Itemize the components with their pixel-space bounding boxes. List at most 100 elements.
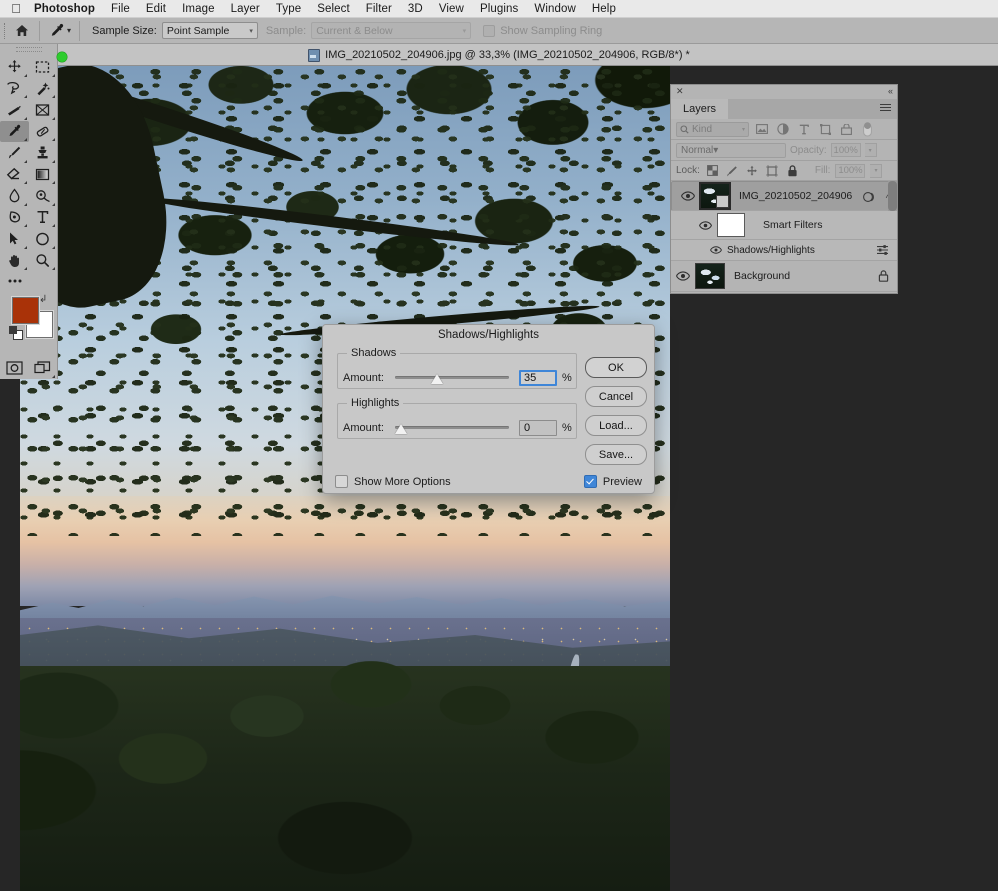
quick-mask-icon[interactable] xyxy=(0,357,29,379)
filter-pixel-layer-icon[interactable] xyxy=(754,122,770,137)
close-icon[interactable]: ✕ xyxy=(676,86,684,97)
highlights-amount-input[interactable]: 0 xyxy=(519,420,557,436)
menu-item-3d[interactable]: 3D xyxy=(400,3,431,15)
shadows-amount-slider[interactable] xyxy=(395,371,509,385)
lock-artboard-icon[interactable] xyxy=(765,164,780,178)
menu-item-image[interactable]: Image xyxy=(174,3,222,15)
layers-scrollbar[interactable] xyxy=(888,181,897,211)
fill-chevron-down-icon[interactable]: ▾ xyxy=(870,163,883,178)
lock-image-icon[interactable] xyxy=(725,164,740,178)
highlights-amount-slider[interactable] xyxy=(395,421,509,435)
layer-row-shadows-highlights-filter[interactable]: Shadows/Highlights xyxy=(671,240,897,261)
chevron-down-icon[interactable]: ▾ xyxy=(67,26,71,35)
layer-thumbnail[interactable] xyxy=(695,263,725,289)
eye-icon[interactable] xyxy=(671,271,695,281)
scrollbar-thumb[interactable] xyxy=(888,181,897,211)
pen-tool[interactable] xyxy=(0,207,29,229)
foreground-color-swatch[interactable] xyxy=(12,297,39,324)
preview-label: Preview xyxy=(602,475,642,488)
filter-shape-layer-icon[interactable] xyxy=(817,122,833,137)
menu-item-window[interactable]: Window xyxy=(526,3,584,15)
slider-thumb[interactable] xyxy=(395,424,407,434)
layer-thumbnail[interactable] xyxy=(699,182,731,210)
menu-item-select[interactable]: Select xyxy=(309,3,358,15)
healing-brush-tool[interactable] xyxy=(29,121,58,143)
screen-mode-icon[interactable] xyxy=(29,357,58,379)
hand-tool[interactable] xyxy=(0,250,29,272)
ellipse-tool[interactable] xyxy=(29,228,58,250)
opacity-chevron-down-icon[interactable]: ▾ xyxy=(864,143,877,157)
ok-button[interactable]: OK xyxy=(585,357,647,378)
move-tool[interactable] xyxy=(0,56,29,78)
ellipsis-icon[interactable] xyxy=(0,273,29,289)
preview-checkbox[interactable]: Preview xyxy=(583,475,642,488)
lasso-tool[interactable] xyxy=(0,78,29,100)
layer-row-smart-object[interactable]: IMG_20210502_204906 ^ xyxy=(671,181,897,211)
filter-kind-select[interactable]: Kind ▾ xyxy=(676,121,749,137)
blend-mode-select[interactable]: Normal ▾ xyxy=(676,142,786,158)
collapse-right-icon[interactable]: « xyxy=(888,86,893,96)
layer-row-background[interactable]: Background xyxy=(671,261,897,292)
tools-panel-grip[interactable] xyxy=(0,44,57,54)
brush-tool[interactable] xyxy=(0,142,29,164)
opacity-value[interactable]: 100% xyxy=(830,143,861,157)
layer-row-smart-filters[interactable]: Smart Filters xyxy=(671,211,897,240)
lock-all-icon[interactable] xyxy=(785,164,800,178)
smart-filter-indicator-icon[interactable] xyxy=(863,191,876,203)
current-tool-chip[interactable]: ▾ xyxy=(44,20,75,42)
path-selection-tool[interactable] xyxy=(0,228,29,250)
home-icon[interactable] xyxy=(9,18,35,44)
menu-item-help[interactable]: Help xyxy=(584,3,624,15)
show-more-options-checkbox[interactable]: Show More Options xyxy=(335,475,451,488)
lock-position-icon[interactable] xyxy=(745,164,760,178)
slider-thumb[interactable] xyxy=(430,374,443,384)
shadows-amount-input[interactable]: 35 xyxy=(519,370,557,386)
eraser-tool[interactable] xyxy=(0,164,29,186)
sample-label: Sample: xyxy=(265,24,307,37)
options-bar-grip[interactable] xyxy=(0,18,9,44)
filter-settings-icon[interactable] xyxy=(876,244,889,256)
show-sampling-ring-checkbox[interactable]: Show Sampling Ring xyxy=(483,24,602,37)
type-tool[interactable] xyxy=(29,207,58,229)
eye-icon[interactable] xyxy=(707,246,725,254)
menu-item-filter[interactable]: Filter xyxy=(358,3,400,15)
lock-transparency-icon[interactable] xyxy=(705,164,720,178)
menu-item-layer[interactable]: Layer xyxy=(223,3,268,15)
filter-toggle-icon[interactable] xyxy=(859,122,875,137)
menu-item-file[interactable]: File xyxy=(103,3,138,15)
frame-tool[interactable] xyxy=(29,99,58,121)
gradient-tool[interactable] xyxy=(29,164,58,186)
menu-item-photoshop[interactable]: Photoshop xyxy=(26,3,103,15)
eyedropper-tool[interactable] xyxy=(0,120,29,142)
fill-value[interactable]: 100% xyxy=(835,163,866,178)
eye-icon[interactable] xyxy=(676,191,700,201)
tool-corner-marker xyxy=(23,95,27,98)
cancel-button[interactable]: Cancel xyxy=(585,386,647,407)
menu-item-view[interactable]: View xyxy=(431,3,472,15)
sample-select[interactable]: Current & Below ▾ xyxy=(311,22,472,39)
menu-item-type[interactable]: Type xyxy=(268,3,309,15)
filter-smart-object-icon[interactable] xyxy=(838,122,854,137)
apple-logo-icon[interactable]:  xyxy=(6,2,26,15)
eye-icon[interactable] xyxy=(693,220,717,230)
panel-menu-icon[interactable] xyxy=(880,104,891,113)
save-button[interactable]: Save... xyxy=(585,444,647,465)
zoom-tool[interactable] xyxy=(29,250,58,272)
crop-tool[interactable] xyxy=(0,99,29,121)
dodge-tool[interactable] xyxy=(29,185,58,207)
tool-row xyxy=(0,142,57,164)
load-button[interactable]: Load... xyxy=(585,415,647,436)
menu-item-plugins[interactable]: Plugins xyxy=(472,3,526,15)
swap-colors-icon[interactable]: ↲ xyxy=(39,294,47,305)
blur-tool[interactable] xyxy=(0,185,29,207)
filter-type-layer-icon[interactable] xyxy=(796,122,812,137)
smart-filter-mask-thumbnail[interactable] xyxy=(717,213,745,237)
magic-wand-tool[interactable] xyxy=(29,78,58,100)
tab-layers[interactable]: Layers xyxy=(671,99,729,119)
filter-adjustment-layer-icon[interactable] xyxy=(775,122,791,137)
menu-item-edit[interactable]: Edit xyxy=(138,3,174,15)
document-tab[interactable]: IMG_20210502_204906.jpg @ 33,3% (IMG_202… xyxy=(0,44,998,66)
marquee-tool[interactable] xyxy=(29,56,58,78)
clone-stamp-tool[interactable] xyxy=(29,142,58,164)
sample-size-select[interactable]: Point Sample ▾ xyxy=(161,22,258,39)
